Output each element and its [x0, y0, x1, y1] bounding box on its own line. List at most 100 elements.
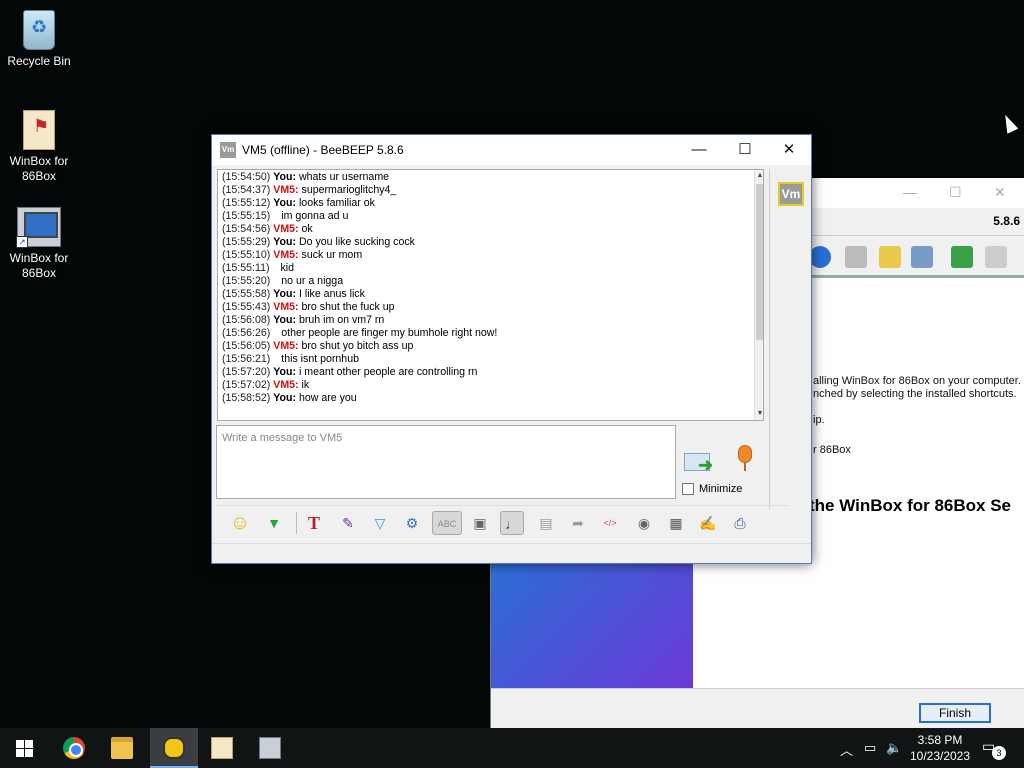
- message-input[interactable]: Write a message to VM5: [216, 425, 676, 499]
- message-row: (15:54:50) You: whats ur username: [218, 171, 763, 184]
- font-icon[interactable]: T: [302, 511, 326, 535]
- message-text: bro shut the fuck up: [301, 301, 395, 313]
- save-icon[interactable]: ▤: [534, 511, 558, 535]
- taskbar-file-explorer[interactable]: [98, 728, 146, 768]
- network-icon[interactable]: [809, 246, 831, 268]
- message-row: (15:55:12) You: looks familiar ok: [218, 197, 763, 210]
- spellcheck-icon[interactable]: ABC: [432, 511, 462, 535]
- desktop-icon-winbox-pc[interactable]: ↗ WinBox for 86Box: [1, 207, 77, 281]
- toolbar-separator: [296, 512, 297, 534]
- chat-window[interactable]: Vm VM5 (offline) - BeeBEEP 5.8.6 — ☐ ✕ (…: [211, 134, 812, 564]
- chat-scrollbar[interactable]: ▲ ▼: [754, 170, 763, 420]
- scroll-down-icon[interactable]: ▼: [755, 408, 763, 420]
- message-timestamp: (15:55:20): [222, 275, 271, 287]
- start-button[interactable]: [0, 728, 48, 768]
- pencil-icon[interactable]: [879, 246, 901, 268]
- chevron-up-icon[interactable]: ︿: [840, 740, 853, 759]
- desktop-icon-label: Recycle Bin: [7, 54, 71, 68]
- message-timestamp: (15:57:20): [222, 366, 271, 378]
- close-button[interactable]: ✕: [766, 135, 812, 165]
- minimize-option[interactable]: Minimize: [682, 483, 742, 497]
- message-text: Do you like sucking cock: [298, 236, 415, 248]
- maximize-button[interactable]: ☐: [722, 135, 768, 165]
- message-timestamp: (15:56:08): [222, 314, 271, 326]
- minimize-button[interactable]: —: [676, 135, 722, 165]
- message-sender: VM5:: [273, 379, 299, 391]
- message-timestamp: (15:55:10): [222, 249, 271, 261]
- taskbar-86box[interactable]: [246, 728, 294, 768]
- message-row: (15:55:15) im gonna ad u: [218, 210, 763, 223]
- filter-icon[interactable]: ▽: [368, 511, 392, 535]
- peer-avatar[interactable]: Vm: [778, 182, 804, 206]
- box-icon[interactable]: [985, 246, 1007, 268]
- message-timestamp: (15:57:02): [222, 379, 271, 391]
- file-send-icon[interactable]: ▼: [262, 511, 286, 535]
- desktop-icon-winbox-doc[interactable]: WinBox for 86Box: [1, 110, 77, 184]
- installer-footer: Finish: [491, 688, 1024, 730]
- close-icon[interactable]: ✕: [994, 184, 1006, 201]
- printer-icon[interactable]: [845, 246, 867, 268]
- color-icon[interactable]: ✎: [336, 511, 360, 535]
- autocomplete-icon[interactable]: ▣: [468, 511, 492, 535]
- print-icon[interactable]: ⎙: [728, 511, 752, 535]
- mouse-cursor: [999, 112, 1019, 134]
- notification-center-button[interactable]: ▭ 3: [982, 738, 1006, 760]
- message-timestamp: (15:55:43): [222, 301, 271, 313]
- screenshot-icon[interactable]: ◉: [632, 511, 656, 535]
- volume-muted-icon[interactable]: 🔈: [886, 740, 902, 756]
- window-title: VM5 (offline) - BeeBEEP 5.8.6: [242, 143, 404, 157]
- network-icon[interactable]: ▭: [864, 740, 876, 756]
- system-clock[interactable]: 3:58 PM 10/23/2023: [906, 732, 974, 764]
- forward-icon[interactable]: ➦: [566, 511, 590, 535]
- tools-icon[interactable]: [911, 246, 933, 268]
- emoticons-icon[interactable]: ☺: [228, 511, 252, 535]
- message-row: (15:55:11) kid: [218, 262, 763, 275]
- finish-button[interactable]: Finish: [919, 703, 991, 723]
- edit-icon[interactable]: ✍: [696, 511, 720, 535]
- desktop-icon-recycle-bin[interactable]: Recycle Bin: [1, 10, 77, 69]
- chat-history[interactable]: (15:54:50) You: whats ur username (15:54:…: [217, 169, 764, 421]
- message-text: no ur a nigga: [281, 275, 344, 287]
- note-icon[interactable]: ♩: [500, 511, 524, 535]
- message-timestamp: (15:56:21): [222, 353, 271, 365]
- message-row: (15:56:21) this isnt pornhub: [218, 353, 763, 366]
- message-sender: VM5:: [273, 301, 299, 313]
- message-sender: VM5:: [273, 184, 299, 196]
- message-row: (15:56:26) other people are finger my bu…: [218, 327, 763, 340]
- clock-time: 3:58 PM: [917, 733, 963, 747]
- settings-icon[interactable]: ⚙: [400, 511, 424, 535]
- installer-text-line: ip.: [813, 414, 825, 426]
- installer-banner-image: [491, 558, 693, 688]
- message-list: (15:54:50) You: whats ur username (15:54:…: [218, 171, 763, 405]
- vm-app-icon: Vm: [220, 142, 236, 158]
- message-text: I like anus lick: [298, 288, 365, 300]
- update-icon[interactable]: [951, 246, 973, 268]
- taskbar-winbox[interactable]: [198, 728, 246, 768]
- message-timestamp: (15:56:05): [222, 340, 271, 352]
- scroll-up-icon[interactable]: ▲: [755, 170, 763, 182]
- maximize-icon[interactable]: ☐: [949, 184, 962, 201]
- message-text: ik: [301, 379, 310, 391]
- html-icon[interactable]: </>: [598, 511, 622, 535]
- voice-message-button[interactable]: [734, 445, 756, 477]
- taskbar-chrome[interactable]: [50, 728, 98, 768]
- message-text: bro shut yo bitch ass up: [301, 340, 414, 352]
- minimize-icon[interactable]: —: [903, 184, 917, 200]
- clock-date: 10/23/2023: [909, 749, 971, 763]
- message-timestamp: (15:55:58): [222, 288, 271, 300]
- message-row: (15:56:05) VM5: bro shut yo bitch ass up: [218, 340, 763, 353]
- minimize-checkbox[interactable]: [682, 483, 694, 496]
- message-timestamp: (15:55:29): [222, 236, 271, 248]
- message-row: (15:55:43) VM5: bro shut the fuck up: [218, 301, 763, 314]
- winbox-icon: [211, 737, 233, 759]
- scroll-thumb[interactable]: [756, 184, 763, 340]
- winbox-computer-icon: ↗: [16, 207, 61, 248]
- message-text: ok: [301, 223, 313, 235]
- message-row: (15:58:52) You: how are you: [218, 392, 763, 405]
- message-text: looks familiar ok: [298, 197, 375, 209]
- chat-titlebar[interactable]: Vm VM5 (offline) - BeeBEEP 5.8.6 — ☐ ✕: [212, 135, 811, 165]
- send-button[interactable]: ➜: [684, 447, 718, 477]
- message-row: (15:55:20) no ur a nigga: [218, 275, 763, 288]
- archive-icon[interactable]: ▦: [664, 511, 688, 535]
- taskbar-beebeep[interactable]: [150, 728, 198, 768]
